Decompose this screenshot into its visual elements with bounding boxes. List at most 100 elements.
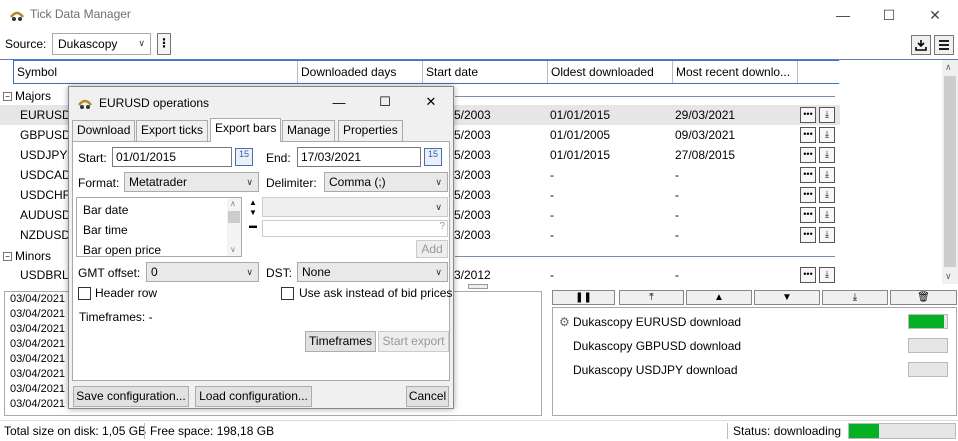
free-space-text: Free space: 198,18 GB	[150, 424, 275, 438]
fields-list[interactable]: Bar date Bar time Bar open price ∧ ∨	[76, 197, 242, 257]
collapse-icon[interactable]: −	[3, 92, 12, 101]
load-configuration-button[interactable]: Load configuration...	[195, 386, 312, 407]
list-item[interactable]: Bar date	[83, 203, 128, 217]
row-options-button[interactable]: •••	[800, 107, 816, 123]
group-minors[interactable]: − Minors	[0, 246, 51, 266]
row-download-button[interactable]: ⤓	[819, 127, 835, 143]
calendar-icon[interactable]: 15	[424, 148, 442, 166]
end-label: End:	[266, 151, 291, 165]
format-select[interactable]: Metatrader ∨	[124, 172, 259, 192]
collapse-icon[interactable]: −	[3, 252, 12, 261]
delete-button[interactable]: 🗑	[890, 290, 957, 305]
list-item[interactable]: Bar time	[83, 223, 128, 237]
log-line: 03/04/2021	[10, 368, 66, 380]
column-downloaded-days[interactable]: Downloaded days	[298, 61, 423, 83]
tab-manage[interactable]: Manage	[282, 120, 336, 141]
field-input[interactable]: ?	[262, 220, 448, 237]
gmt-offset-select[interactable]: 0 ∨	[146, 262, 259, 282]
header-row-checkbox[interactable]	[78, 287, 91, 300]
dialog-close-button[interactable]: ✕	[408, 87, 454, 117]
calendar-icon[interactable]: 15	[235, 148, 253, 166]
format-value: Metatrader	[129, 175, 188, 189]
tab-export-ticks[interactable]: Export ticks	[136, 120, 209, 141]
oldest-cell: 01/01/2015	[550, 148, 611, 162]
end-date-input[interactable]: 17/03/2021	[297, 147, 421, 167]
source-select[interactable]: Dukascopy ∨	[52, 33, 151, 55]
help-icon[interactable]: ?	[439, 221, 445, 232]
progress-fill	[849, 424, 879, 438]
close-button[interactable]: ✕	[912, 0, 958, 30]
list-scrollbar[interactable]: ∧ ∨	[227, 198, 241, 256]
timeframes-button[interactable]: Timeframes	[305, 331, 376, 352]
row-download-button[interactable]: ⤓	[819, 207, 835, 223]
scrollbar-thumb[interactable]	[228, 211, 240, 223]
gear-icon: ⚙	[559, 315, 570, 329]
tab-export-bars[interactable]: Export bars	[210, 118, 282, 142]
recent-cell: -	[675, 188, 679, 202]
main-menu-button[interactable]	[934, 35, 954, 55]
row-options-button[interactable]: •••	[800, 167, 816, 183]
scroll-down-icon[interactable]: ∨	[945, 271, 952, 282]
delimiter-select[interactable]: Comma (;) ∨	[324, 172, 448, 192]
symbol-cell: USDCHF	[20, 188, 70, 202]
status-progress	[848, 423, 956, 439]
use-ask-checkbox[interactable]	[281, 287, 294, 300]
cancel-button[interactable]: Cancel	[406, 386, 449, 407]
move-up-button[interactable]: ▲	[686, 290, 752, 305]
remove-field-button[interactable]: ▬	[246, 221, 260, 231]
column-most-recent[interactable]: Most recent downlo...	[673, 61, 798, 83]
start-export-button[interactable]: Start export	[378, 331, 449, 352]
scroll-up-icon[interactable]: ∧	[945, 62, 952, 73]
grid-header: Symbol Downloaded days Start date Oldest…	[14, 60, 839, 84]
dialog-maximize-button[interactable]: ☐	[362, 87, 408, 117]
save-configuration-button[interactable]: Save configuration...	[73, 386, 189, 407]
move-field-down-button[interactable]: ▼	[246, 208, 260, 218]
list-item[interactable]: Bar open price	[83, 243, 161, 256]
column-symbol[interactable]: Symbol	[14, 61, 298, 83]
row-download-button[interactable]: ⤓	[819, 167, 835, 183]
move-down-button[interactable]: ▼	[754, 290, 820, 305]
column-oldest-downloaded[interactable]: Oldest downloaded	[548, 61, 673, 83]
row-options-button[interactable]: •••	[800, 127, 816, 143]
add-field-button[interactable]: Add	[416, 240, 448, 258]
scroll-down-icon[interactable]: ∨	[230, 245, 236, 254]
dst-select[interactable]: None ∨	[297, 262, 448, 282]
move-bottom-button[interactable]: ⤓	[822, 290, 888, 305]
chevron-down-icon: ∨	[435, 177, 442, 187]
queue-item[interactable]: Dukascopy GBPUSD download	[573, 339, 741, 353]
row-download-button[interactable]: ⤓	[819, 187, 835, 203]
field-select[interactable]: ∨	[262, 197, 448, 217]
delimiter-label: Delimiter:	[266, 176, 317, 190]
tab-download[interactable]: Download	[72, 120, 136, 141]
recent-cell: 29/03/2021	[675, 108, 736, 122]
pause-button[interactable]: ❚❚	[552, 290, 615, 305]
scrollbar-thumb[interactable]	[944, 76, 956, 267]
group-divider	[455, 96, 835, 97]
row-download-button[interactable]: ⤓	[819, 267, 835, 283]
row-options-button[interactable]: •••	[800, 187, 816, 203]
column-start-date[interactable]: Start date	[423, 61, 548, 83]
panel-splitter[interactable]	[468, 284, 488, 289]
queue-item[interactable]: Dukascopy EURUSD download	[573, 315, 741, 329]
row-download-button[interactable]: ⤓	[819, 107, 835, 123]
maximize-button[interactable]: ☐	[866, 0, 912, 30]
move-field-up-button[interactable]: ▲	[246, 198, 260, 208]
row-options-button[interactable]: •••	[800, 227, 816, 243]
source-options-button[interactable]: ⋮	[157, 33, 171, 55]
minimize-button[interactable]: —	[820, 0, 866, 30]
group-majors[interactable]: − Majors	[0, 86, 51, 106]
download-all-button[interactable]	[911, 35, 931, 55]
gmt-offset-label: GMT offset:	[78, 266, 141, 280]
queue-progress	[908, 314, 948, 329]
row-download-button[interactable]: ⤓	[819, 227, 835, 243]
scroll-up-icon[interactable]: ∧	[230, 199, 236, 208]
dialog-minimize-button[interactable]: —	[316, 87, 362, 117]
row-options-button[interactable]: •••	[800, 207, 816, 223]
row-download-button[interactable]: ⤓	[819, 147, 835, 163]
row-options-button[interactable]: •••	[800, 147, 816, 163]
move-top-button[interactable]: ⤒	[619, 290, 684, 305]
start-date-input[interactable]: 01/01/2015	[112, 147, 232, 167]
queue-item[interactable]: Dukascopy USDJPY download	[573, 363, 738, 377]
row-options-button[interactable]: •••	[800, 267, 816, 283]
tab-properties[interactable]: Properties	[338, 120, 403, 141]
